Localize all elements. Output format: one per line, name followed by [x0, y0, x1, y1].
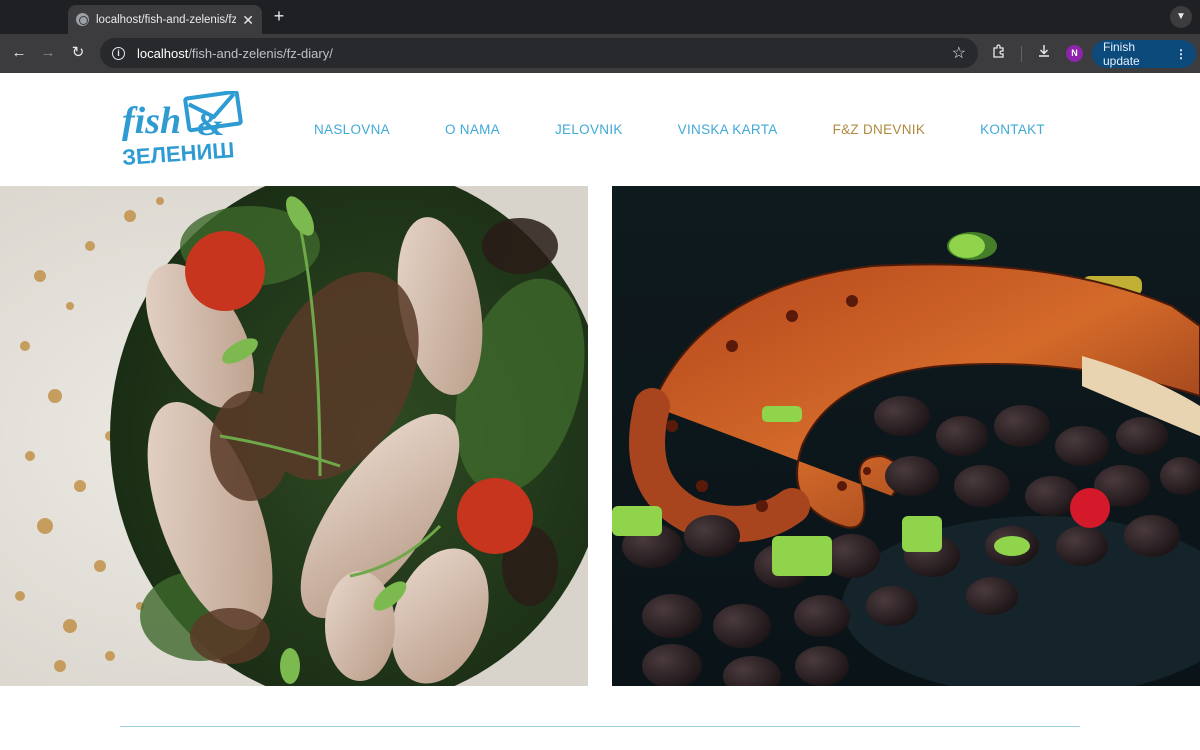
globe-icon [76, 13, 89, 26]
finish-update-label: Finish update [1103, 40, 1140, 68]
arrow-right-icon: → [40, 44, 56, 61]
puzzle-icon-shape [993, 44, 1004, 58]
menu-icon[interactable]: ⋮ [1175, 47, 1187, 61]
squid-dish-photo [0, 186, 588, 686]
tab-title: localhost/fish-and-zelenis/fz- [96, 13, 236, 26]
site-logo[interactable]: fish & ЗЕЛЕНИШ [120, 89, 246, 170]
nav-item-jelovnik[interactable]: JELOVNIK [555, 122, 623, 137]
logo-fish-text: fish [122, 100, 181, 142]
browser-tab-bar: localhost/fish-and-zelenis/fz- ✕ + ▼ [0, 0, 1200, 34]
finish-update-button[interactable]: Finish update ⋮ [1092, 40, 1196, 68]
back-button[interactable]: ← [9, 43, 29, 63]
download-icon[interactable] [1034, 43, 1054, 63]
nav-item-vinska-karta[interactable]: VINSKA KARTA [678, 122, 778, 137]
close-icon[interactable]: ✕ [242, 13, 254, 27]
address-bar[interactable]: i localhost/fish-and-zelenis/fz-diary/ ☆ [100, 38, 978, 68]
new-tab-button[interactable]: + [270, 6, 288, 26]
reload-button[interactable]: ↻ [68, 43, 88, 63]
main-navigation: NASLOVNA O NAMA JELOVNIK VINSKA KARTA F&… [314, 122, 1045, 137]
logo-graphic: fish & ЗЕЛЕНИШ [121, 89, 243, 170]
nav-item-fz-dnevnik[interactable]: F&Z DNEVNIK [833, 122, 926, 137]
reload-icon: ↻ [71, 44, 85, 61]
arrow-left-icon: ← [11, 44, 27, 61]
star-icon[interactable]: ☆ [952, 43, 966, 63]
section-divider [120, 726, 1080, 727]
profile-avatar[interactable]: N [1066, 45, 1083, 62]
nav-item-kontakt[interactable]: KONTAKT [980, 122, 1045, 137]
info-icon[interactable]: i [112, 46, 125, 60]
nav-item-o-nama[interactable]: O NAMA [445, 122, 500, 137]
octopus-dish-photo [612, 186, 1200, 686]
download-icon-shape [1039, 45, 1049, 57]
toolbar-divider [1021, 46, 1022, 62]
browser-tab[interactable]: localhost/fish-and-zelenis/fz- ✕ [68, 5, 262, 34]
nav-item-naslovna[interactable]: NASLOVNA [314, 122, 390, 137]
browser-toolbar: ← → ↻ i localhost/fish-and-zelenis/fz-di… [0, 34, 1200, 73]
web-page: fish & ЗЕЛЕНИШ NASLOVNA O NAMA JELOVNIK … [0, 73, 1200, 750]
chevron-down-icon[interactable]: ▼ [1170, 6, 1192, 28]
url-text: localhost/fish-and-zelenis/fz-diary/ [137, 45, 333, 61]
forward-button[interactable]: → [38, 43, 58, 63]
puzzle-icon[interactable] [989, 43, 1009, 63]
